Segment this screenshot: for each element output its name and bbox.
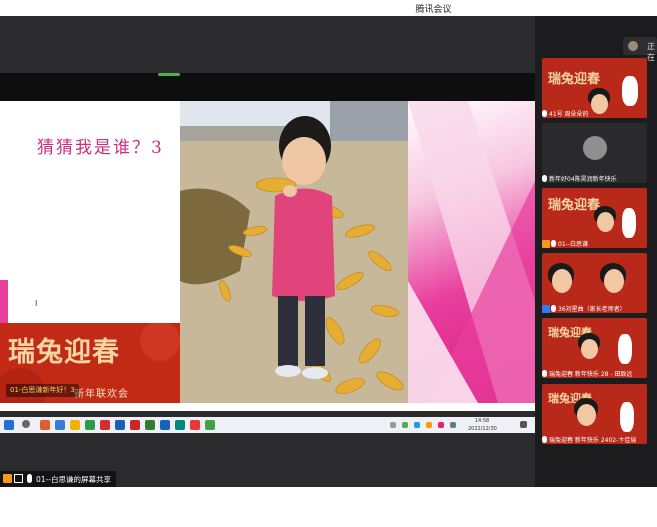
clock-time: 14:58 [474,418,490,424]
taskbar-app-icon[interactable] [100,420,110,430]
window-title: 腾讯会议 [415,5,452,15]
mic-icon [551,305,556,312]
tile-banner-text: 瑞兔迎春 [548,198,601,213]
screen-share-icon [14,474,23,483]
taskbar-app-icon[interactable] [55,420,65,430]
participant-name: 瑞兔迎春 新年快乐 28 - 田致远 [542,369,647,378]
child-photo [180,101,408,403]
share-orange-icon [3,474,12,483]
pink-geometric-shapes [408,101,535,403]
tray-icon[interactable] [390,422,396,428]
speaker-avatar [628,41,638,51]
participant-face [577,404,596,426]
banner-title: 瑞兔迎春 [8,337,120,368]
rabbit-decoration [620,402,634,432]
taskbar-app-icon[interactable] [160,420,170,430]
participant-avatar [583,136,607,160]
participant-name: 36刘星曲（家长老师者） [542,304,647,313]
slide-title: 猜猜我是谁？3 [37,138,164,158]
screen-share-label: 01--白思谦的屏幕共享 [36,475,111,484]
participant-face [604,269,624,293]
green-indicator [158,73,180,76]
taskbar-app-icon[interactable] [115,420,125,430]
tray-icon[interactable] [426,422,432,428]
windows-start-icon[interactable] [4,420,14,430]
participant-face [552,269,572,293]
tray-icon[interactable] [414,422,420,428]
mic-icon [27,474,32,483]
text-cursor: I [35,299,38,308]
presenter-badge: 01-白思谦新年好！3 [6,384,79,397]
taskbar-app-icon[interactable] [40,420,50,430]
cohost-icon [542,305,550,313]
tray-icon[interactable] [450,422,456,428]
host-icon [542,240,550,248]
participant-name: 新年好04陈昊润新年快乐 [542,174,647,183]
participant-face [597,212,614,232]
taskbar-app-icon[interactable] [190,420,200,430]
slide-pink-accent [0,280,8,325]
rabbit-decoration [622,208,636,238]
taskbar-clock[interactable]: 14:58 2022/12/30 [468,417,497,433]
banner-subtitle: 新年联欢会 [74,389,129,400]
taskbar-app-icon[interactable] [145,420,155,430]
mic-icon [542,436,547,443]
participant-name: 瑞兔迎春 新年快乐 2402-卞佳瑞 [542,435,647,444]
slide-pink-decoration [408,101,535,403]
taskbar-app-icon[interactable] [130,420,140,430]
taskbar-app-icon[interactable] [85,420,95,430]
speaking-status: 正在 [647,42,655,62]
search-icon[interactable] [22,420,30,428]
participant-face [581,339,598,359]
notification-icon[interactable] [520,421,527,428]
taskbar-app-icon[interactable] [175,420,185,430]
tray-icon[interactable] [402,422,408,428]
tray-icon[interactable] [438,422,444,428]
mic-icon [542,370,547,377]
clock-date: 2022/12/30 [468,426,497,432]
participant-name: 01--白思谦 [542,239,647,248]
photo-illustration [180,101,408,403]
mic-icon [542,175,547,182]
rabbit-decoration [618,334,632,364]
taskbar-app-icon[interactable] [70,420,80,430]
shared-screen-topbar [0,73,535,101]
rabbit-decoration [622,76,638,106]
mic-icon [542,110,547,117]
mic-icon [551,240,556,247]
participant-name: 41号 周朵朵的 [542,109,647,118]
tile-banner-text: 瑞兔迎春 [548,72,601,87]
taskbar-app-icon[interactable] [205,420,215,430]
